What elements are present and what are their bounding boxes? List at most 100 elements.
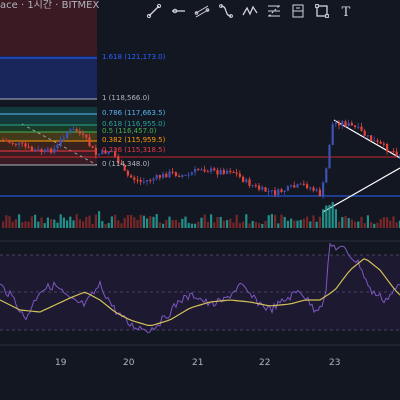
xabcd-pattern-icon[interactable]	[238, 0, 262, 22]
volume-bar	[338, 221, 341, 228]
candle-body	[8, 140, 11, 143]
triangle-upper-line	[333, 119, 400, 159]
volume-bar	[258, 223, 261, 228]
volume-bar	[139, 214, 142, 228]
volume-bar	[382, 217, 385, 228]
fib-zone-green	[0, 123, 97, 132]
volume-bar	[395, 222, 398, 228]
fib-retracement-icon[interactable]	[262, 0, 286, 22]
candle-body	[162, 173, 165, 178]
volume-bar	[334, 209, 337, 228]
x-axis-label: 20	[123, 358, 135, 368]
volume-bar	[85, 217, 88, 228]
candle-body	[222, 170, 225, 174]
candle-body	[184, 174, 187, 176]
candle-body	[254, 185, 257, 187]
volume-bar	[360, 216, 363, 228]
volume-bar	[235, 214, 238, 228]
fib-level-label: 1 (118,566.0)	[102, 94, 150, 102]
long-position-icon[interactable]	[286, 0, 310, 22]
oscillator-pane	[0, 255, 400, 330]
drawing-toolbar: T	[142, 0, 400, 22]
volume-bar	[238, 223, 241, 228]
volume-bar	[66, 220, 69, 228]
volume-bar	[341, 217, 344, 228]
volume-bar	[203, 214, 206, 228]
candle-body	[232, 172, 235, 174]
candle-body	[389, 151, 392, 153]
volume-bar	[158, 222, 161, 228]
horizontal-ray-icon[interactable]	[166, 0, 190, 22]
candle-body	[354, 125, 357, 127]
text-icon[interactable]: T	[334, 0, 358, 22]
candle-body	[72, 129, 75, 131]
volume-bar	[283, 216, 286, 228]
candle-body	[248, 179, 251, 186]
volume-bar	[206, 221, 209, 228]
candle-body	[50, 148, 53, 153]
volume-bar	[174, 219, 177, 228]
volume-bar	[75, 214, 78, 228]
volume-bar	[18, 214, 21, 228]
volume-bar	[357, 221, 360, 228]
volume-bar	[213, 222, 216, 228]
symbol-title[interactable]: ace · 1시간 · BITMEX	[0, 0, 99, 11]
fib-level-label: 1.618 (121,173.0)	[102, 53, 166, 61]
volume-bar	[325, 205, 328, 228]
volume-bar	[126, 214, 129, 228]
trend-line-icon[interactable]	[142, 0, 166, 22]
candle-body	[213, 168, 216, 171]
volume-bar	[130, 215, 133, 228]
volume-bar	[347, 218, 350, 228]
volume-bar	[72, 220, 75, 228]
volume-bar	[315, 221, 318, 228]
path-icon[interactable]	[214, 0, 238, 22]
volume-bar	[366, 215, 369, 228]
candle-body	[88, 137, 91, 147]
volume-bar	[389, 220, 392, 228]
volume-bar	[59, 214, 62, 228]
volume-bar	[56, 222, 59, 228]
fib-level-label: 0.236 (115,318.5)	[102, 146, 166, 154]
candle-body	[46, 148, 49, 150]
volume-bar	[50, 219, 53, 228]
volume-bar	[14, 219, 17, 228]
candle-body	[238, 173, 241, 177]
volume-bar	[312, 215, 315, 228]
volume-bar	[331, 202, 334, 228]
candle-body	[242, 176, 245, 182]
volume-bar	[2, 221, 5, 228]
candle-body	[264, 187, 267, 192]
volume-bar	[136, 219, 139, 228]
rectangle-icon[interactable]	[310, 0, 334, 22]
volume-bar	[94, 214, 97, 228]
candle-body	[296, 184, 299, 188]
candle-body	[258, 185, 261, 190]
candle-body	[283, 190, 286, 192]
chart-panes[interactable]	[0, 0, 400, 400]
volume-bar	[24, 221, 27, 228]
parallel-channel-icon[interactable]	[190, 0, 214, 22]
volume-bar	[277, 223, 280, 228]
candle-body	[165, 173, 168, 178]
volume-bar	[152, 216, 155, 228]
candle-body	[347, 123, 350, 126]
candle-body	[302, 183, 305, 185]
volume-bar	[232, 222, 235, 228]
volume-bar	[318, 216, 321, 228]
volume-bar	[88, 215, 91, 228]
volume-bar	[219, 216, 222, 228]
volume-bar	[117, 220, 120, 228]
candle-body	[267, 191, 270, 193]
candle-body	[14, 143, 17, 145]
fib-zone-teal	[0, 107, 97, 123]
candle-body	[78, 131, 81, 134]
chart-screen: ace · 1시간 · BITMEX T 1.618 (121,173.0) 1…	[0, 0, 400, 400]
volume-bar	[194, 223, 197, 228]
volume-bar	[171, 220, 174, 228]
candle-body	[331, 124, 334, 146]
volume-bar	[190, 223, 193, 228]
candle-body	[91, 146, 94, 148]
candle-body	[299, 183, 302, 185]
candle-body	[126, 170, 129, 176]
